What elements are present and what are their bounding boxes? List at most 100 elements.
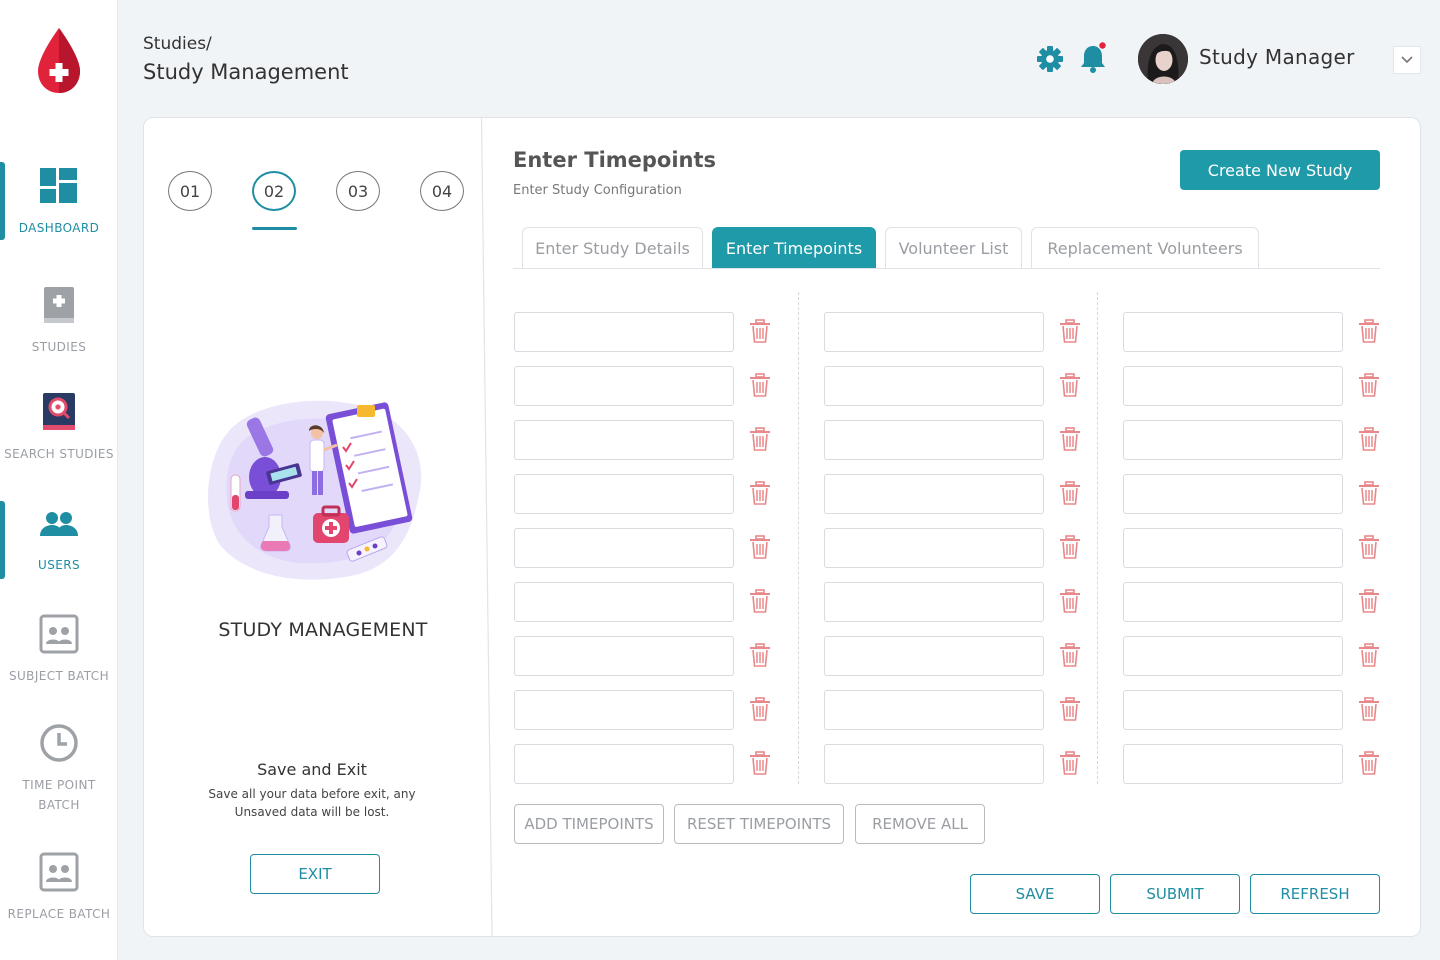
timepoint-input[interactable] (1123, 474, 1343, 514)
timepoint-input[interactable] (824, 474, 1044, 514)
timepoint-input[interactable] (1123, 528, 1343, 568)
trash-icon[interactable] (1059, 589, 1081, 613)
trash-icon[interactable] (1059, 319, 1081, 343)
trash-icon[interactable] (1358, 319, 1380, 343)
timepoint-input[interactable] (1123, 636, 1343, 676)
trash-icon[interactable] (1059, 697, 1081, 721)
sidebar-item-subject-batch[interactable]: SUBJECT BATCH (0, 614, 118, 686)
step-04[interactable]: 04 (420, 171, 464, 211)
replace-batch-icon (39, 852, 79, 892)
remove-all-label: REMOVE ALL (872, 815, 968, 833)
exit-button-label: EXIT (298, 865, 332, 883)
trash-icon[interactable] (749, 643, 771, 667)
timepoint-input[interactable] (1123, 420, 1343, 460)
remove-all-button[interactable]: REMOVE ALL (855, 804, 985, 844)
bell-icon[interactable] (1079, 42, 1109, 74)
step-01[interactable]: 01 (168, 171, 212, 211)
timepoint-input[interactable] (514, 528, 734, 568)
trash-icon[interactable] (749, 319, 771, 343)
step-03[interactable]: 03 (336, 171, 380, 211)
sidebar-item-replace-batch[interactable]: REPLACE BATCH (0, 852, 118, 924)
trash-icon[interactable] (1059, 481, 1081, 505)
sidebar-item-users[interactable]: USERS (0, 503, 118, 575)
timepoint-input[interactable] (824, 582, 1044, 622)
sidebar-item-label: STUDIES (31, 340, 87, 354)
search-book-icon (43, 393, 75, 430)
trash-icon[interactable] (1358, 373, 1380, 397)
exit-button[interactable]: EXIT (250, 854, 380, 894)
timepoint-input[interactable] (824, 366, 1044, 406)
tab-enter-timepoints[interactable]: Enter Timepoints (712, 227, 876, 268)
submit-button[interactable]: SUBMIT (1110, 874, 1240, 914)
timepoint-input[interactable] (824, 636, 1044, 676)
trash-icon[interactable] (1358, 427, 1380, 451)
timepoint-input[interactable] (824, 420, 1044, 460)
timepoint-input[interactable] (824, 744, 1044, 784)
timepoint-input[interactable] (514, 420, 734, 460)
trash-icon[interactable] (749, 427, 771, 451)
tab-enter-study-details[interactable]: Enter Study Details (522, 227, 703, 268)
timepoint-input[interactable] (514, 366, 734, 406)
sidebar-item-time-point-batch[interactable]: TIME POINT BATCH (0, 723, 118, 815)
timepoint-input[interactable] (1123, 582, 1343, 622)
add-timepoints-button[interactable]: ADD TIMEPOINTS (514, 804, 664, 844)
gear-icon[interactable] (1036, 45, 1064, 73)
create-new-study-button[interactable]: Create New Study (1180, 150, 1380, 190)
trash-icon[interactable] (749, 751, 771, 775)
section-title: Enter Timepoints (513, 148, 717, 172)
avatar[interactable] (1138, 34, 1188, 84)
sidebar-item-studies[interactable]: STUDIES (0, 285, 118, 357)
sidebar-item-label: USERS (38, 558, 80, 572)
timepoint-input[interactable] (1123, 690, 1343, 730)
trash-icon[interactable] (749, 697, 771, 721)
trash-icon[interactable] (1059, 535, 1081, 559)
trash-icon[interactable] (749, 481, 771, 505)
trash-icon[interactable] (1059, 643, 1081, 667)
timepoint-input[interactable] (514, 690, 734, 730)
timepoint-input[interactable] (824, 690, 1044, 730)
tab-replacement-volunteers[interactable]: Replacement Volunteers (1031, 227, 1259, 268)
user-name[interactable]: Study Manager (1199, 45, 1355, 69)
user-dropdown-button[interactable] (1393, 46, 1421, 74)
sidebar-item-dashboard[interactable]: DASHBOARD (0, 166, 118, 238)
timepoint-input[interactable] (1123, 744, 1343, 784)
timepoint-input[interactable] (514, 636, 734, 676)
trash-icon[interactable] (1059, 373, 1081, 397)
trash-icon[interactable] (749, 535, 771, 559)
trash-icon[interactable] (1358, 481, 1380, 505)
timepoint-input[interactable] (824, 528, 1044, 568)
column-separator (1097, 292, 1098, 784)
save-exit-text: Save all your data before exit, any Unsa… (208, 787, 416, 819)
timepoint-input[interactable] (514, 582, 734, 622)
timepoint-input[interactable] (824, 312, 1044, 352)
reset-timepoints-button[interactable]: RESET TIMEPOINTS (674, 804, 844, 844)
trash-icon[interactable] (749, 589, 771, 613)
book-icon (44, 287, 74, 323)
trash-icon[interactable] (1059, 427, 1081, 451)
trash-icon[interactable] (1059, 751, 1081, 775)
breadcrumb[interactable]: Studies/ (143, 34, 212, 54)
trash-icon[interactable] (1358, 643, 1380, 667)
timepoint-input[interactable] (1123, 366, 1343, 406)
trash-icon[interactable] (1358, 697, 1380, 721)
trash-icon[interactable] (1358, 589, 1380, 613)
sidebar-item-search-studies[interactable]: SEARCH STUDIES (0, 392, 118, 464)
timepoint-input[interactable] (1123, 312, 1343, 352)
save-exit-title: Save and Exit (257, 760, 367, 779)
chevron-down-icon (1401, 56, 1413, 64)
sidebar-item-label: SUBJECT BATCH (8, 669, 110, 683)
timepoint-input[interactable] (514, 744, 734, 784)
trash-icon[interactable] (749, 373, 771, 397)
tab-volunteer-list[interactable]: Volunteer List (885, 227, 1022, 268)
users-icon (40, 512, 78, 536)
trash-icon[interactable] (1358, 535, 1380, 559)
refresh-button[interactable]: REFRESH (1250, 874, 1380, 914)
logo-icon (38, 28, 80, 93)
page-title: Study Management (143, 60, 349, 84)
step-02[interactable]: 02 (252, 171, 296, 211)
trash-icon[interactable] (1358, 751, 1380, 775)
timepoint-input[interactable] (514, 474, 734, 514)
save-button[interactable]: SAVE (970, 874, 1100, 914)
sidebar-item-label: DASHBOARD (18, 221, 100, 235)
timepoint-input[interactable] (514, 312, 734, 352)
